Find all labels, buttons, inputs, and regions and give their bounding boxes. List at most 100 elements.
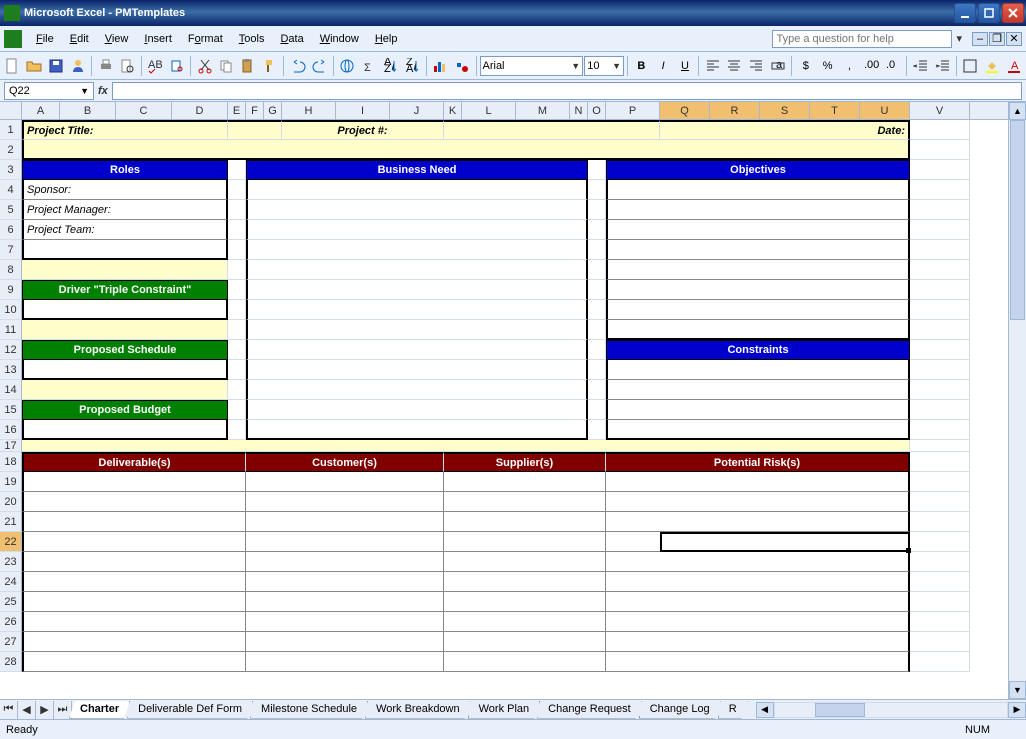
cell-E13[interactable] <box>228 360 246 380</box>
percent-button[interactable]: % <box>817 55 838 77</box>
column-header-E[interactable]: E <box>228 102 246 119</box>
cell-A13[interactable] <box>22 360 228 380</box>
cell-V3[interactable] <box>910 160 970 180</box>
cell-E3[interactable] <box>228 160 246 180</box>
row-header-26[interactable]: 26 <box>0 612 22 632</box>
cell-V5[interactable] <box>910 200 970 220</box>
cell-A14[interactable] <box>22 380 228 400</box>
cell-V4[interactable] <box>910 180 970 200</box>
cell-K1[interactable] <box>444 120 660 140</box>
cell-F12[interactable] <box>246 340 588 360</box>
cell-A21[interactable] <box>22 512 246 532</box>
cell-V26[interactable] <box>910 612 970 632</box>
cell-P22[interactable] <box>606 532 910 552</box>
fill-color-button[interactable] <box>982 55 1003 77</box>
font-size-select[interactable]: 10▼ <box>584 56 624 76</box>
column-header-P[interactable]: P <box>606 102 660 119</box>
column-header-I[interactable]: I <box>336 102 390 119</box>
cell-A26[interactable] <box>22 612 246 632</box>
menu-insert[interactable]: Insert <box>136 30 180 48</box>
column-header-B[interactable]: B <box>60 102 116 119</box>
vertical-scrollbar[interactable]: ▲ ▼ <box>1008 102 1026 699</box>
cell-V7[interactable] <box>910 240 970 260</box>
print-button[interactable] <box>95 55 116 77</box>
cell-E4[interactable] <box>228 180 246 200</box>
help-search-input[interactable] <box>772 30 952 48</box>
cell-F24[interactable] <box>246 572 444 592</box>
cell-V14[interactable] <box>910 380 970 400</box>
row-header-27[interactable]: 27 <box>0 632 22 652</box>
cell-P12[interactable]: Constraints <box>606 340 910 360</box>
maximize-button[interactable] <box>978 3 1000 23</box>
underline-button[interactable]: U <box>675 55 696 77</box>
cell-P28[interactable] <box>606 652 910 672</box>
cell-O14[interactable] <box>588 380 606 400</box>
menu-file[interactable]: File <box>28 30 62 48</box>
decrease-indent-button[interactable] <box>910 55 931 77</box>
cell-F11[interactable] <box>246 320 588 340</box>
cell-F27[interactable] <box>246 632 444 652</box>
menu-view[interactable]: View <box>97 30 137 48</box>
copy-button[interactable] <box>216 55 237 77</box>
cell-E11[interactable] <box>228 320 246 340</box>
cell-E5[interactable] <box>228 200 246 220</box>
new-button[interactable] <box>2 55 23 77</box>
row-header-20[interactable]: 20 <box>0 492 22 512</box>
cell-P20[interactable] <box>606 492 910 512</box>
minimize-button[interactable] <box>954 3 976 23</box>
cell-O16[interactable] <box>588 420 606 440</box>
row-header-21[interactable]: 21 <box>0 512 22 532</box>
increase-indent-button[interactable] <box>932 55 953 77</box>
paste-button[interactable] <box>238 55 259 77</box>
cell-F20[interactable] <box>246 492 444 512</box>
undo-button[interactable] <box>287 55 308 77</box>
row-header-25[interactable]: 25 <box>0 592 22 612</box>
cell-K22[interactable] <box>444 532 606 552</box>
scroll-left-button[interactable]: ◀ <box>756 702 774 718</box>
cell-A10[interactable] <box>22 300 228 320</box>
row-header-1[interactable]: 1 <box>0 120 22 140</box>
cell-A5[interactable]: Project Manager: <box>22 200 228 220</box>
cell-A27[interactable] <box>22 632 246 652</box>
cell-V19[interactable] <box>910 472 970 492</box>
cell-P14[interactable] <box>606 380 910 400</box>
row-header-2[interactable]: 2 <box>0 140 22 160</box>
sheet-tab-change-request[interactable]: Change Request <box>537 701 642 719</box>
sort-desc-button[interactable]: ZA <box>402 55 423 77</box>
cell-O9[interactable] <box>588 280 606 300</box>
cell-E8[interactable] <box>228 260 246 280</box>
column-header-Q[interactable]: Q <box>660 102 710 119</box>
align-center-button[interactable] <box>724 55 745 77</box>
cell-E7[interactable] <box>228 240 246 260</box>
cell-E9[interactable] <box>228 280 246 300</box>
column-header-L[interactable]: L <box>462 102 516 119</box>
menu-help[interactable]: Help <box>367 30 406 48</box>
cell-P21[interactable] <box>606 512 910 532</box>
cell-F23[interactable] <box>246 552 444 572</box>
column-header-N[interactable]: N <box>570 102 588 119</box>
row-header-17[interactable]: 17 <box>0 440 22 452</box>
cell-V20[interactable] <box>910 492 970 512</box>
cell-A18[interactable]: Deliverable(s) <box>22 452 246 472</box>
menu-data[interactable]: Data <box>272 30 311 48</box>
save-button[interactable] <box>46 55 67 77</box>
column-header-M[interactable]: M <box>516 102 570 119</box>
cell-P3[interactable]: Objectives <box>606 160 910 180</box>
font-color-button[interactable]: A <box>1003 55 1024 77</box>
cell-O4[interactable] <box>588 180 606 200</box>
cell-V21[interactable] <box>910 512 970 532</box>
align-right-button[interactable] <box>746 55 767 77</box>
row-header-23[interactable]: 23 <box>0 552 22 572</box>
hyperlink-button[interactable] <box>337 55 358 77</box>
cell-O3[interactable] <box>588 160 606 180</box>
column-header-T[interactable]: T <box>810 102 860 119</box>
cell-F8[interactable] <box>246 260 588 280</box>
sheet-tab-milestone-schedule[interactable]: Milestone Schedule <box>250 701 368 719</box>
cell-V28[interactable] <box>910 652 970 672</box>
scroll-right-button[interactable]: ▶ <box>1008 702 1026 718</box>
cell-P5[interactable] <box>606 200 910 220</box>
sheet-tab-change-log[interactable]: Change Log <box>639 701 721 719</box>
cell-F28[interactable] <box>246 652 444 672</box>
cell-P24[interactable] <box>606 572 910 592</box>
cell-A7[interactable] <box>22 240 228 260</box>
